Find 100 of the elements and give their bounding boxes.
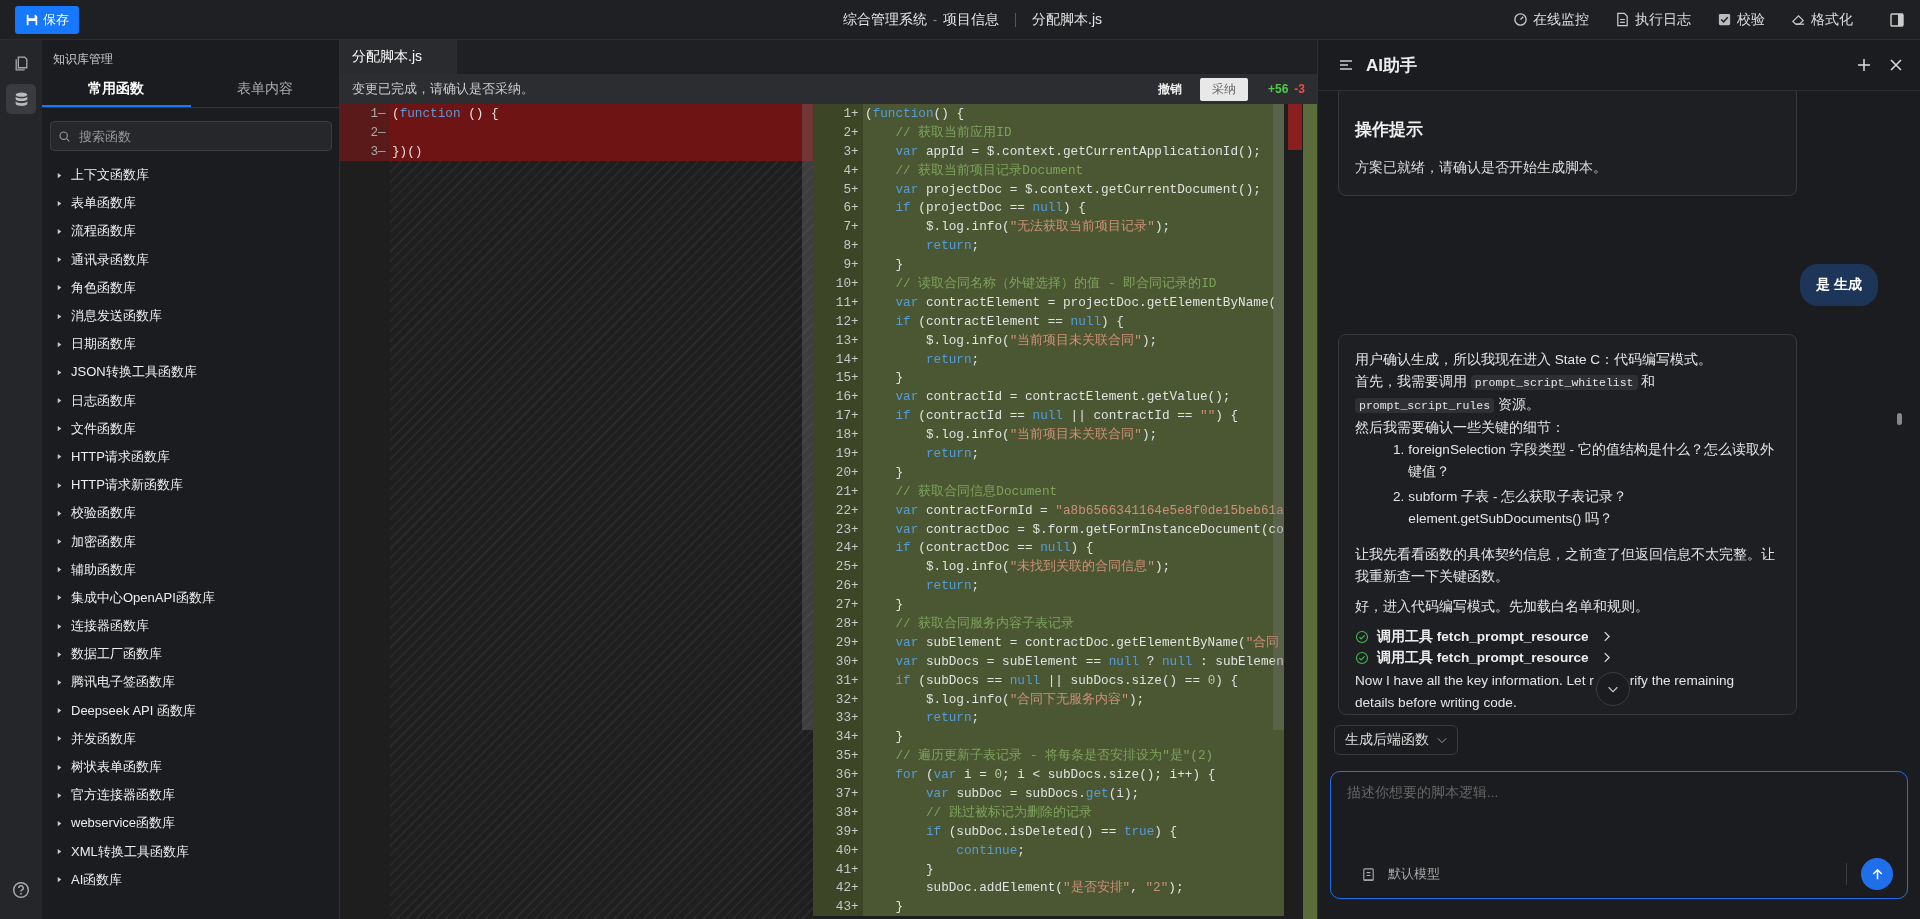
- accept-button[interactable]: 采纳: [1199, 77, 1248, 101]
- plus-icon[interactable]: [1856, 57, 1872, 73]
- library-item[interactable]: webservice函数库: [56, 809, 339, 838]
- diff-sign: +: [851, 351, 860, 367]
- editor-tab[interactable]: 分配脚本.js: [340, 40, 457, 74]
- code-line: }: [894, 597, 904, 613]
- library-item[interactable]: 连接器函数库: [56, 612, 339, 641]
- line-number: 5: [843, 181, 851, 197]
- code-line: var contractId = contractElement.getValue();: [894, 389, 1231, 405]
- library-item[interactable]: 消息发送函数库: [56, 301, 339, 331]
- scrollbar[interactable]: [1897, 413, 1902, 425]
- model-icon[interactable]: [1361, 866, 1376, 882]
- code-line: }: [894, 370, 904, 386]
- toolbar-action[interactable]: 校验: [1717, 10, 1765, 29]
- mode-dropdown[interactable]: 生成后端函数: [1334, 725, 1458, 755]
- diff-sign: +: [851, 294, 860, 310]
- diff-sign: +: [851, 540, 860, 556]
- library-item[interactable]: HTTP请求函数库: [56, 442, 339, 472]
- diff-sign: +: [851, 804, 860, 820]
- diff-sign: +: [851, 653, 860, 669]
- toolbar-action[interactable]: 在线监控: [1513, 10, 1589, 29]
- library-item[interactable]: 腾讯电子签函数库: [56, 668, 339, 697]
- library-item[interactable]: 流程函数库: [56, 217, 339, 246]
- code-line: if (subDocs == null || subDocs.size() == 0) {: [894, 672, 1239, 688]
- send-button[interactable]: [1861, 858, 1893, 890]
- code-line: var contractDoc = $.form.getFormInstanceDocument(co: [894, 521, 1284, 537]
- line-number: 36: [835, 767, 851, 783]
- code-line: }: [894, 464, 904, 480]
- chevron-right-icon[interactable]: [1602, 652, 1610, 663]
- code-line: subDoc.addElement("是否安排", "2");: [924, 879, 1184, 897]
- panel-title: 知识库管理: [52, 51, 114, 68]
- search-field[interactable]: 搜索函数: [50, 121, 332, 151]
- library-item[interactable]: 文件函数库: [56, 414, 339, 443]
- library-item[interactable]: 数据工厂函数库: [56, 640, 339, 669]
- code-line: // 获取当前应用ID: [894, 123, 1012, 141]
- code-line: // 获取合同信息Document: [894, 482, 1058, 500]
- model-selector[interactable]: 默认模型: [1388, 865, 1440, 883]
- library-item[interactable]: 角色函数库: [56, 273, 339, 302]
- tab[interactable]: 表单内容: [190, 73, 339, 107]
- removed-count: -3: [1294, 82, 1305, 96]
- library-item[interactable]: 辅助函数库: [56, 555, 339, 584]
- library-item[interactable]: 树状表单函数库: [56, 752, 339, 782]
- library-item[interactable]: Deepseek API 函数库: [56, 696, 339, 725]
- tool-call-link[interactable]: 调用工具 fetch_prompt_resource: [1377, 648, 1589, 667]
- line-number: 17: [835, 408, 851, 424]
- help-icon[interactable]: [12, 881, 30, 899]
- tool-call-link[interactable]: 调用工具 fetch_prompt_resource: [1377, 627, 1589, 646]
- code-line: (function() {: [864, 105, 964, 121]
- line-number: 35: [835, 748, 851, 764]
- diff-sign: +: [851, 710, 860, 726]
- diff-sign: +: [851, 748, 860, 764]
- diff-sign: +: [851, 445, 860, 461]
- tab[interactable]: 常用函数: [42, 73, 191, 107]
- code-line: // 遍历更新子表记录 - 将每条是否安排设为"是"(2): [894, 747, 1214, 765]
- scrollbar[interactable]: [802, 104, 813, 730]
- library-item[interactable]: XML转换工具函数库: [56, 837, 339, 866]
- line-number: 31: [835, 672, 851, 688]
- toolbar-action[interactable]: 格式化: [1791, 10, 1853, 29]
- library-item[interactable]: 通讯录函数库: [56, 245, 339, 274]
- library-item[interactable]: 官方连接器函数库: [56, 781, 339, 810]
- line-number: 22: [835, 502, 851, 518]
- diff-sign: +: [851, 823, 860, 839]
- file-name: 分配脚本.js: [1032, 11, 1102, 29]
- prompt-field[interactable]: 描述你想要的脚本逻辑... 默认模型: [1330, 771, 1908, 899]
- chevron-right-icon[interactable]: [1602, 631, 1610, 642]
- list-item-text: foreignSelection 字段类型 - 它的值结构是什么？怎么读取外键值？: [1408, 441, 1775, 481]
- library-item[interactable]: 并发函数库: [56, 724, 339, 753]
- checkbox-icon: [1717, 12, 1732, 27]
- library-item[interactable]: 校验函数库: [56, 499, 339, 528]
- diff-sign: +: [851, 162, 860, 178]
- library-item[interactable]: 上下文函数库: [56, 161, 339, 190]
- library-item[interactable]: 表单函数库: [56, 189, 339, 218]
- panel-toggle-icon[interactable]: [1889, 11, 1905, 28]
- code-line: if (subDoc.isDeleted() == true) {: [924, 823, 1178, 839]
- library-item[interactable]: 集成中心OpenAPI函数库: [56, 583, 339, 612]
- database-rail-button[interactable]: [6, 84, 36, 114]
- line-number: 2: [370, 124, 378, 140]
- message-text: Now I have all the key information. Let r: [1355, 672, 1594, 690]
- library-item[interactable]: HTTP请求新函数库: [56, 471, 339, 500]
- library-item[interactable]: JSON转换工具函数库: [56, 358, 339, 387]
- code-line: return;: [924, 578, 980, 594]
- code-line: if (contractElement == null) {: [894, 313, 1124, 329]
- undo-button[interactable]: 撤销: [1157, 80, 1182, 98]
- code-line: // 读取合同名称（外键选择）的值 - 即合同记录的ID: [894, 274, 1217, 292]
- eraser-icon: [1791, 12, 1806, 27]
- message-text: 用户确认生成，所以我现在进入 State C：代码编写模式。: [1355, 351, 1714, 369]
- message-text: 好，进入代码编写模式。先加载白名单和规则。: [1355, 598, 1650, 616]
- close-icon[interactable]: [1888, 57, 1904, 73]
- list-item-text: subform 子表 - 怎么获取子表记录？element.getSubDocuments() 吗？: [1408, 488, 1629, 528]
- menu-icon[interactable]: [1338, 57, 1354, 73]
- toolbar-action[interactable]: 执行日志: [1615, 10, 1691, 29]
- library-item[interactable]: 加密函数库: [56, 527, 339, 556]
- code-line: var subElement = contractDoc.getElementByName("合同: [894, 633, 1280, 651]
- save-button[interactable]: 保存: [15, 5, 79, 34]
- library-item[interactable]: AI函数库: [56, 865, 339, 894]
- library-item[interactable]: 日志函数库: [56, 386, 339, 415]
- code-line: return;: [924, 445, 980, 461]
- code-line: })(): [391, 143, 423, 159]
- library-item[interactable]: 日期函数库: [56, 330, 339, 359]
- diff-sign: +: [851, 181, 860, 197]
